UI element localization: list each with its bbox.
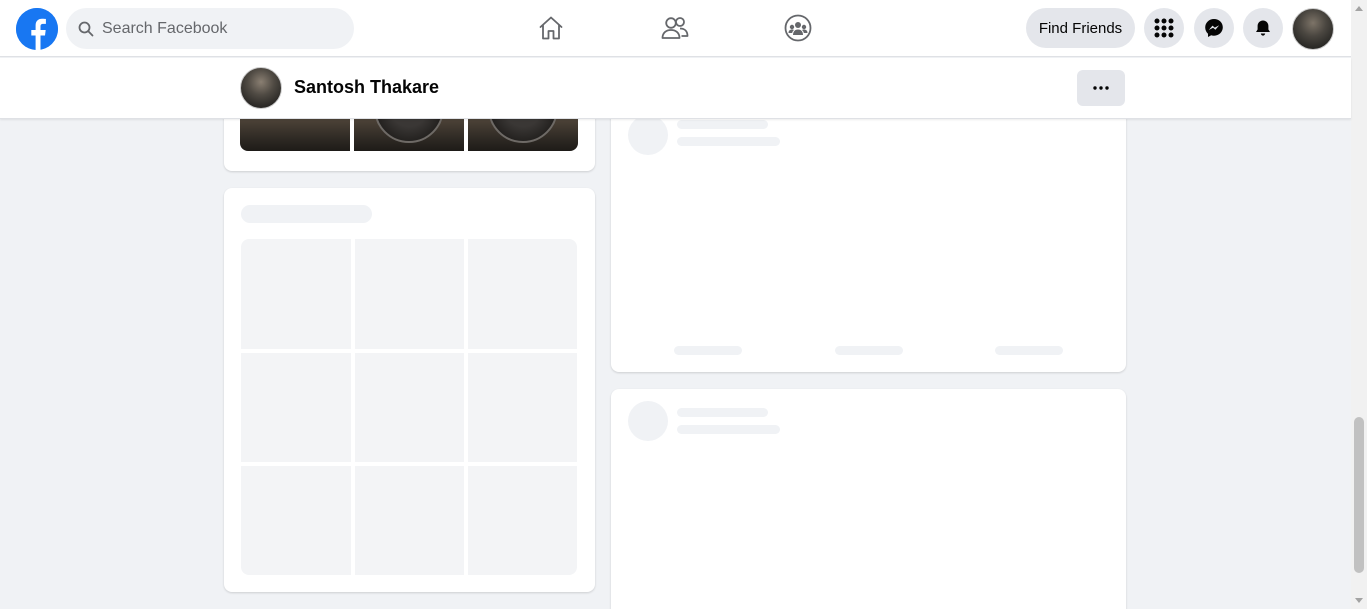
skeleton-tile bbox=[355, 466, 464, 575]
photo-thumbnail[interactable] bbox=[468, 73, 578, 151]
skeleton-line bbox=[677, 120, 768, 129]
page-scrollbar[interactable] bbox=[1351, 0, 1367, 609]
groups-tab[interactable] bbox=[782, 12, 814, 44]
photo-thumbnail[interactable] bbox=[354, 73, 464, 151]
skeleton-action bbox=[995, 346, 1063, 355]
skeleton-tile bbox=[468, 353, 577, 462]
profile-name[interactable]: Santosh Thakare bbox=[294, 77, 439, 98]
skeleton-avatar bbox=[628, 115, 668, 155]
facebook-f-icon bbox=[16, 8, 58, 50]
messenger-icon bbox=[1205, 19, 1223, 37]
top-navigation-bar: Find Friends bbox=[0, 0, 1351, 57]
account-avatar[interactable] bbox=[1292, 8, 1334, 50]
skeleton-tile bbox=[355, 239, 464, 349]
more-dots-icon bbox=[1093, 86, 1109, 90]
skeleton-title bbox=[241, 205, 372, 223]
skeleton-tile bbox=[241, 353, 351, 462]
menu-button[interactable] bbox=[1144, 8, 1184, 48]
home-tab[interactable] bbox=[535, 12, 567, 44]
photo-thumbnail[interactable] bbox=[240, 119, 350, 151]
skeleton-tile bbox=[241, 239, 351, 349]
messenger-button[interactable] bbox=[1194, 8, 1234, 48]
search-input[interactable] bbox=[102, 19, 322, 38]
more-options-button[interactable] bbox=[1077, 70, 1125, 106]
facebook-logo[interactable] bbox=[16, 8, 58, 50]
skeleton-tile bbox=[468, 466, 577, 575]
friends-tab[interactable] bbox=[659, 12, 691, 44]
home-icon bbox=[539, 16, 563, 40]
profile-avatar[interactable] bbox=[240, 67, 282, 109]
skeleton-action bbox=[674, 346, 742, 355]
skeleton-tile bbox=[241, 466, 351, 575]
groups-icon bbox=[784, 14, 812, 42]
skeleton-line bbox=[677, 425, 780, 434]
find-friends-button[interactable]: Find Friends bbox=[1026, 8, 1135, 48]
search-box[interactable] bbox=[66, 8, 354, 49]
scroll-up-arrow-icon[interactable] bbox=[1355, 6, 1363, 11]
post-loading-card bbox=[611, 389, 1126, 609]
friends-icon bbox=[661, 17, 689, 39]
scrollbar-thumb[interactable] bbox=[1354, 417, 1364, 573]
menu-grid-icon bbox=[1154, 18, 1174, 38]
profile-header-bar: Santosh Thakare bbox=[0, 58, 1351, 119]
search-icon bbox=[78, 21, 94, 36]
skeleton-action bbox=[835, 346, 903, 355]
skeleton-tile bbox=[355, 353, 464, 462]
post-loading-card bbox=[611, 100, 1126, 372]
friends-loading-card bbox=[224, 188, 595, 592]
skeleton-line bbox=[677, 408, 768, 417]
skeleton-avatar bbox=[628, 401, 668, 441]
scroll-down-arrow-icon[interactable] bbox=[1355, 598, 1363, 603]
skeleton-line bbox=[677, 137, 780, 146]
skeleton-tile bbox=[468, 239, 577, 349]
notifications-button[interactable] bbox=[1243, 8, 1283, 48]
notifications-icon bbox=[1256, 20, 1270, 36]
